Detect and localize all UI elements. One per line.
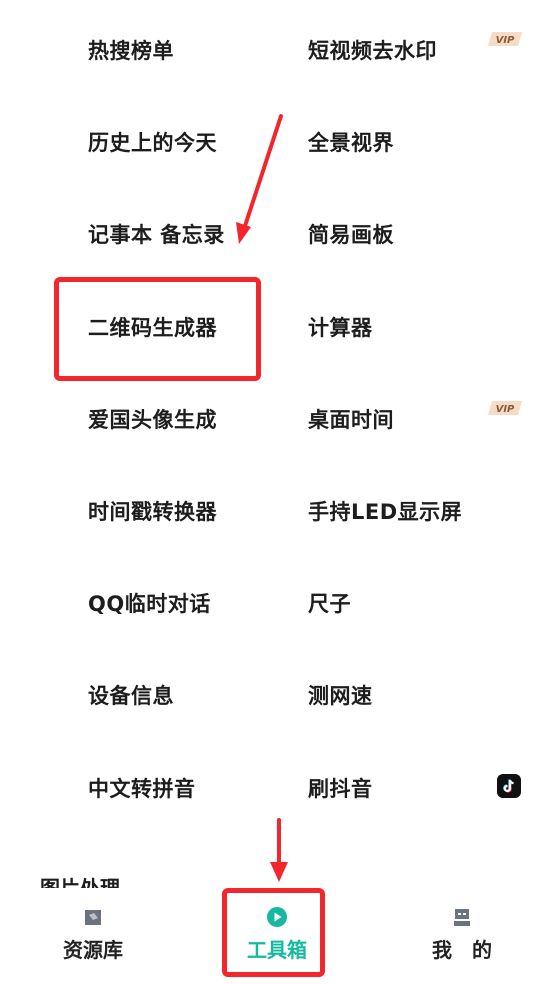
tool-calculator[interactable]: 计算器 bbox=[308, 281, 508, 373]
tool-timestamp-converter[interactable]: 时间戳转换器 bbox=[88, 465, 288, 557]
profile-icon bbox=[454, 909, 470, 926]
tool-device-info[interactable]: 设备信息 bbox=[88, 649, 288, 741]
tool-video-watermark-removal[interactable]: 短视频去水印 bbox=[308, 4, 508, 96]
svg-text:VIP: VIP bbox=[496, 404, 515, 415]
annotation-highlight-tools-tab bbox=[222, 888, 325, 977]
tab-resources[interactable]: 资源库 bbox=[50, 888, 136, 984]
tool-desktop-clock[interactable]: 桌面时间 bbox=[308, 373, 508, 465]
tool-row: QQ临时对话 尺子 bbox=[0, 557, 554, 649]
tool-notepad[interactable]: 记事本 备忘录 bbox=[88, 188, 288, 280]
tiktok-icon bbox=[497, 774, 521, 798]
tool-qq-temp-chat[interactable]: QQ临时对话 bbox=[88, 557, 288, 649]
tool-led-display[interactable]: 手持LED显示屏 bbox=[308, 465, 508, 557]
vip-icon: VIP bbox=[488, 32, 522, 46]
tool-douyin[interactable]: 刷抖音 bbox=[308, 742, 508, 834]
tool-row: 中文转拼音 刷抖音 bbox=[0, 742, 554, 834]
tool-row: 历史上的今天 全景视界 bbox=[0, 96, 554, 188]
tool-pinyin-converter[interactable]: 中文转拼音 bbox=[88, 742, 288, 834]
svg-text:VIP: VIP bbox=[496, 35, 515, 46]
section-title-image-processing: 图片处理 bbox=[40, 876, 120, 888]
tool-speed-test[interactable]: 测网速 bbox=[308, 649, 508, 741]
tool-history-today[interactable]: 历史上的今天 bbox=[88, 96, 288, 188]
tool-ruler[interactable]: 尺子 bbox=[308, 557, 508, 649]
tab-resources-label: 资源库 bbox=[63, 938, 123, 962]
tool-row: 记事本 备忘录 简易画板 bbox=[0, 188, 554, 280]
tool-hot-search[interactable]: 热搜榜单 bbox=[88, 4, 288, 96]
tool-patriotic-avatar[interactable]: 爱国头像生成 bbox=[88, 373, 288, 465]
tool-sketchpad[interactable]: 简易画板 bbox=[308, 188, 508, 280]
tool-row: 爱国头像生成 桌面时间 VIP bbox=[0, 373, 554, 465]
tool-row: 热搜榜单 短视频去水印 VIP bbox=[0, 4, 554, 96]
resources-icon bbox=[85, 910, 101, 925]
tool-panorama[interactable]: 全景视界 bbox=[308, 96, 508, 188]
annotation-highlight-qr-generator bbox=[54, 277, 261, 381]
tab-mine[interactable]: 我 的 bbox=[418, 888, 506, 984]
tool-row: 设备信息 测网速 bbox=[0, 649, 554, 741]
vip-icon: VIP bbox=[488, 401, 522, 415]
tab-mine-label: 我 的 bbox=[432, 938, 492, 962]
tool-row: 时间戳转换器 手持LED显示屏 bbox=[0, 465, 554, 557]
